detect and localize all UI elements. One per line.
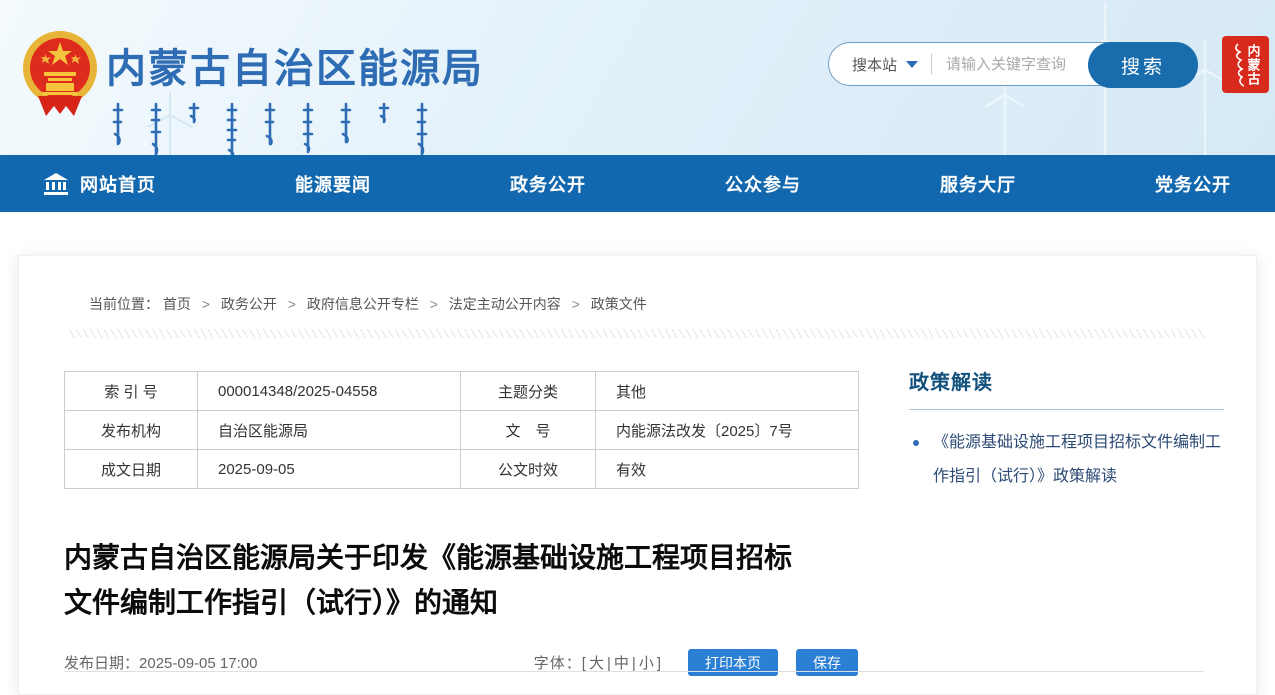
search-scope-label: 搜本站 — [852, 54, 897, 75]
breadcrumb-item-info-column[interactable]: 政府信息公开专栏 — [307, 296, 419, 312]
main-nav: 网站首页 能源要闻 政务公开 公众参与 服务大厅 党务公开 — [0, 155, 1275, 212]
table-row: 索 引 号 000014348/2025-04558 主题分类 其他 — [65, 372, 859, 411]
breadcrumb-item-policy-docs[interactable]: 政策文件 — [591, 296, 647, 312]
breadcrumb-separator: > — [572, 296, 580, 312]
sidebar-divider — [909, 409, 1224, 410]
font-size-divider: | — [607, 655, 612, 672]
font-size-large[interactable]: 大 — [589, 655, 605, 672]
search-button[interactable]: 搜索 — [1088, 42, 1198, 88]
publish-date-value: 2025-09-05 17:00 — [139, 655, 257, 672]
nav-item-label: 政务公开 — [510, 171, 586, 197]
nav-item-news[interactable]: 能源要闻 — [295, 171, 371, 197]
breadcrumb-item-statutory[interactable]: 法定主动公开内容 — [449, 296, 561, 312]
breadcrumb-separator: > — [202, 296, 210, 312]
breadcrumb-label: 当前位置： — [89, 296, 159, 312]
sidebar-list-item[interactable]: 《能源基础设施工程项目招标文件编制工作指引（试行）》政策解读 — [909, 426, 1224, 494]
table-row: 成文日期 2025-09-05 公文时效 有效 — [65, 450, 859, 489]
font-size-label: 字体： — [534, 655, 582, 672]
nav-item-public-participation[interactable]: 公众参与 — [725, 171, 801, 197]
search-scope-select[interactable]: 搜本站 — [829, 54, 918, 75]
meta-label-issuer: 发布机构 — [65, 411, 198, 450]
publish-date-label: 发布日期： — [64, 655, 139, 672]
nav-item-service-hall[interactable]: 服务大厅 — [940, 171, 1016, 197]
breadcrumb-item-home[interactable]: 首页 — [163, 296, 191, 312]
hatched-divider — [67, 329, 1204, 338]
nav-item-label: 服务大厅 — [940, 171, 1016, 197]
meta-label-index-no: 索 引 号 — [65, 372, 198, 411]
meta-label-topic: 主题分类 — [461, 372, 596, 411]
sidebar-list: 《能源基础设施工程项目招标文件编制工作指引（试行）》政策解读 — [909, 426, 1224, 494]
nav-item-home[interactable]: 网站首页 — [44, 171, 156, 197]
font-size-small[interactable]: 小 — [639, 655, 655, 672]
meta-label-date: 成文日期 — [65, 450, 198, 489]
mongolian-script — [110, 102, 460, 155]
nav-item-party-affairs[interactable]: 党务公开 — [1155, 171, 1231, 197]
nav-item-gov-affairs[interactable]: 政务公开 — [510, 171, 586, 197]
meta-label-validity: 公文时效 — [461, 450, 596, 489]
breadcrumb-separator: > — [288, 296, 296, 312]
seal-text: 内蒙古 — [1247, 44, 1260, 86]
chevron-down-icon — [906, 61, 918, 68]
article-title: 内蒙古自治区能源局关于印发《能源基础设施工程项目招标文件编制工作指引（试行）》的… — [64, 535, 812, 625]
font-size-divider: | — [632, 655, 637, 672]
breadcrumb: 当前位置： 首页 > 政务公开 > 政府信息公开专栏 > 法定主动公开内容 > … — [89, 294, 647, 314]
search-box: 搜本站 搜索 — [828, 42, 1198, 86]
font-bracket-open: [ — [582, 655, 587, 672]
font-size-control: 字体：[大|中|小] — [534, 652, 662, 673]
meta-value-validity: 有效 — [596, 450, 859, 489]
breadcrumb-separator: > — [430, 296, 438, 312]
site-title: 内蒙古自治区能源局 — [106, 36, 484, 94]
meta-value-date: 2025-09-05 — [198, 450, 461, 489]
seal-calligraphy — [1232, 42, 1244, 88]
table-row: 发布机构 自治区能源局 文 号 内能源法改发〔2025〕7号 — [65, 411, 859, 450]
publish-date: 发布日期：2025-09-05 17:00 — [64, 652, 257, 673]
meta-value-topic: 其他 — [596, 372, 859, 411]
nav-item-label: 党务公开 — [1155, 171, 1231, 197]
font-size-medium[interactable]: 中 — [614, 655, 630, 672]
font-bracket-close: ] — [657, 655, 662, 672]
meta-value-issuer: 自治区能源局 — [198, 411, 461, 450]
meta-value-index-no: 000014348/2025-04558 — [198, 372, 461, 411]
breadcrumb-item-gov-affairs[interactable]: 政务公开 — [221, 296, 277, 312]
nav-item-label: 网站首页 — [80, 171, 156, 197]
inner-mongolia-seal: 内蒙古 — [1222, 36, 1269, 93]
sidebar-item-label: 《能源基础设施工程项目招标文件编制工作指引（试行）》政策解读 — [933, 434, 1221, 485]
nav-item-label: 公众参与 — [725, 171, 801, 197]
meta-label-doc-no: 文 号 — [461, 411, 596, 450]
policy-interpretation-sidebar: 政策解读 《能源基础设施工程项目招标文件编制工作指引（试行）》政策解读 — [909, 366, 1224, 494]
nav-item-label: 能源要闻 — [295, 171, 371, 197]
article-column: 索 引 号 000014348/2025-04558 主题分类 其他 发布机构 … — [64, 371, 858, 676]
national-emblem — [20, 26, 100, 118]
sidebar-title: 政策解读 — [909, 366, 1224, 395]
bullet-dot-icon — [913, 440, 919, 446]
meta-value-doc-no: 内能源法改发〔2025〕7号 — [596, 411, 859, 450]
section-divider — [64, 671, 1204, 672]
site-header: 内蒙古自治区能源局 搜本站 搜索 内蒙古 — [0, 0, 1275, 155]
document-meta-table: 索 引 号 000014348/2025-04558 主题分类 其他 发布机构 … — [64, 371, 859, 489]
site-title-block: 内蒙古自治区能源局 — [106, 36, 484, 155]
content-card: 当前位置： 首页 > 政务公开 > 政府信息公开专栏 > 法定主动公开内容 > … — [18, 255, 1257, 695]
home-bank-icon — [44, 173, 68, 195]
search-divider — [931, 54, 932, 74]
